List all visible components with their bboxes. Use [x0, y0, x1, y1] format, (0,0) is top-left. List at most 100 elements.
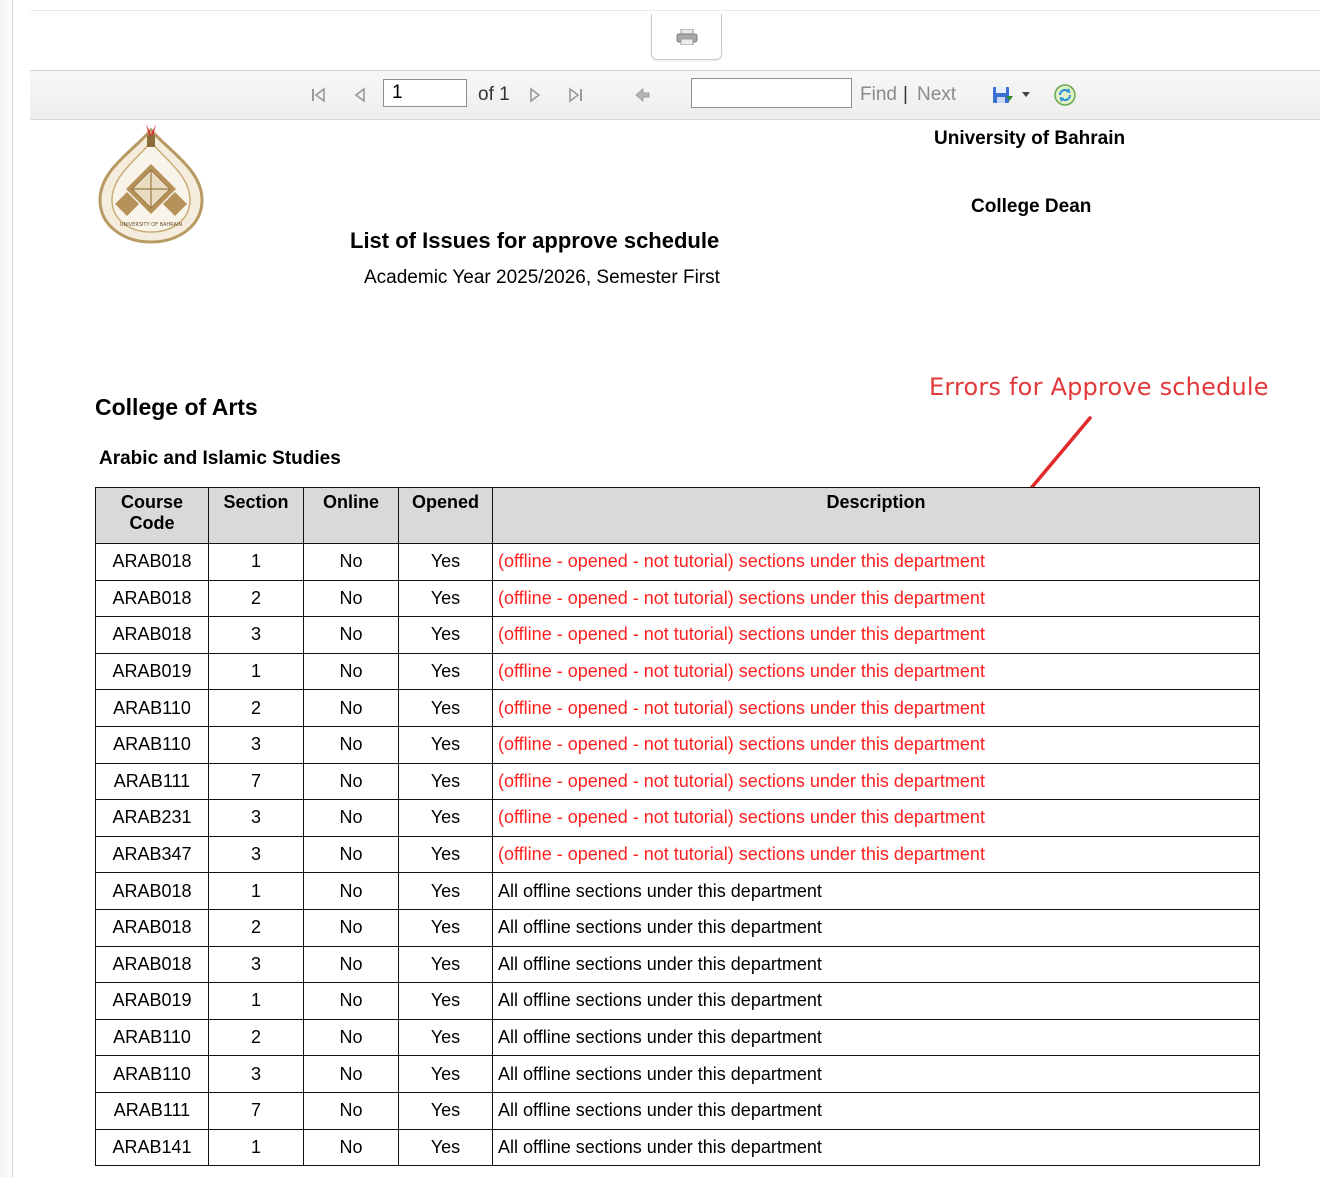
course-code-cell: ARAB018 — [95, 543, 209, 581]
college-dean-label: College Dean — [971, 196, 1092, 217]
course-code-cell: ARAB018 — [95, 616, 209, 654]
description-cell: (offline - opened - not tutorial) sectio… — [492, 579, 1260, 618]
description-cell: (offline - opened - not tutorial) sectio… — [492, 799, 1260, 837]
table-row: ARAB141 1 No Yes All offline sections under … — [95, 1128, 1260, 1167]
print-tab[interactable] — [651, 14, 722, 60]
online-cell: No — [303, 799, 399, 837]
opened-cell: Yes — [398, 1018, 493, 1057]
export-save-icon[interactable] — [990, 71, 1016, 119]
course-code-cell: ARAB110 — [95, 1055, 209, 1093]
page-number-input[interactable] — [383, 79, 467, 107]
previous-page-icon[interactable] — [350, 71, 370, 119]
online-cell: No — [303, 908, 399, 947]
online-cell: No — [303, 616, 399, 654]
description-cell: All offline sections under this departme… — [492, 1128, 1260, 1167]
course-code-cell: ARAB231 — [95, 799, 209, 837]
table-row: ARAB018 2 No Yes (offline - opened - not tut… — [95, 579, 1260, 618]
opened-cell: Yes — [398, 579, 493, 618]
description-cell: (offline - opened - not tutorial) sectio… — [492, 725, 1260, 764]
table-row: ARAB018 3 No Yes (offline - opened - not tut… — [95, 616, 1260, 654]
section-cell: 1 — [208, 872, 304, 910]
find-text-input[interactable] — [691, 78, 852, 108]
opened-cell: Yes — [398, 799, 493, 837]
online-cell: No — [303, 579, 399, 618]
description-cell: All offline sections under this departme… — [492, 1091, 1260, 1130]
description-cell: All offline sections under this departme… — [492, 872, 1260, 910]
course-code-cell: ARAB018 — [95, 945, 209, 984]
back-icon[interactable] — [633, 71, 653, 119]
table-row: ARAB111 7 No Yes All offline sections under … — [95, 1091, 1260, 1130]
opened-cell: Yes — [398, 982, 493, 1020]
table-row: ARAB111 7 No Yes (offline - opened - not tut… — [95, 762, 1260, 801]
find-link[interactable]: Find — [860, 71, 897, 119]
report-subtitle: Academic Year 2025/2026, Semester First — [364, 267, 720, 288]
opened-cell: Yes — [398, 543, 493, 581]
college-heading: College of Arts — [95, 394, 258, 420]
opened-cell: Yes — [398, 1055, 493, 1093]
course-code-cell: ARAB018 — [95, 579, 209, 618]
opened-cell: Yes — [398, 689, 493, 727]
description-cell: All offline sections under this departme… — [492, 982, 1260, 1020]
next-page-icon[interactable] — [527, 71, 543, 119]
section-cell: 7 — [208, 1091, 304, 1130]
university-name: University of Bahrain — [934, 128, 1126, 149]
online-cell: No — [303, 1018, 399, 1057]
description-cell: (offline - opened - not tutorial) sectio… — [492, 616, 1260, 654]
printer-icon[interactable] — [676, 29, 698, 45]
section-cell: 2 — [208, 689, 304, 727]
online-cell: No — [303, 543, 399, 581]
dropdown-caret-icon[interactable] — [1020, 71, 1032, 119]
refresh-icon[interactable] — [1052, 71, 1078, 119]
opened-cell: Yes — [398, 616, 493, 654]
first-page-icon[interactable] — [306, 71, 330, 119]
opened-cell: Yes — [398, 652, 493, 691]
last-page-icon[interactable] — [564, 71, 588, 119]
section-cell: 2 — [208, 1018, 304, 1057]
table-row: ARAB110 2 No Yes (offline - opened - not tut… — [95, 689, 1260, 727]
table-row: ARAB018 1 No Yes (offline - opened - not tut… — [95, 543, 1260, 581]
course-code-cell: ARAB019 — [95, 652, 209, 691]
section-cell: 7 — [208, 762, 304, 801]
table-row: ARAB019 1 No Yes All offline sections under … — [95, 982, 1260, 1020]
online-cell: No — [303, 1055, 399, 1093]
course-code-cell: ARAB111 — [95, 1091, 209, 1130]
opened-cell: Yes — [398, 725, 493, 764]
next-link[interactable]: Next — [917, 71, 956, 119]
course-code-cell: ARAB111 — [95, 762, 209, 801]
description-cell: (offline - opened - not tutorial) sectio… — [492, 835, 1260, 874]
section-cell: 3 — [208, 799, 304, 837]
course-code-cell: ARAB110 — [95, 689, 209, 727]
seal-lettering: UNIVERSITY OF BAHRAIN — [120, 222, 182, 228]
page-left-border — [12, 0, 13, 1177]
description-cell: All offline sections under this departme… — [492, 1055, 1260, 1093]
table-row: ARAB110 3 No Yes (offline - opened - not tut… — [95, 725, 1260, 764]
online-cell: No — [303, 872, 399, 910]
description-cell: All offline sections under this departme… — [492, 1018, 1260, 1057]
university-seal-icon: UNIVERSITY OF BAHRAIN — [98, 124, 204, 244]
section-cell: 3 — [208, 1055, 304, 1093]
table-row: ARAB110 3 No Yes All offline sections under … — [95, 1055, 1260, 1093]
section-cell: 1 — [208, 982, 304, 1020]
description-cell: (offline - opened - not tutorial) sectio… — [492, 652, 1260, 691]
table-row: ARAB018 1 No Yes All offline sections under … — [95, 872, 1260, 910]
col-online: Online — [303, 487, 399, 544]
online-cell: No — [303, 652, 399, 691]
online-cell: No — [303, 725, 399, 764]
description-cell: (offline - opened - not tutorial) sectio… — [492, 543, 1260, 581]
online-cell: No — [303, 835, 399, 874]
opened-cell: Yes — [398, 762, 493, 801]
section-cell: 1 — [208, 1128, 304, 1167]
online-cell: No — [303, 1128, 399, 1167]
annotation-label: Errors for Approve schedule — [929, 373, 1269, 401]
table-row: ARAB347 3 No Yes (offline - opened - not tut… — [95, 835, 1260, 874]
opened-cell: Yes — [398, 945, 493, 984]
course-code-cell: ARAB347 — [95, 835, 209, 874]
course-code-cell: ARAB018 — [95, 908, 209, 947]
table-row: ARAB110 2 No Yes All offline sections under … — [95, 1018, 1260, 1057]
online-cell: No — [303, 689, 399, 727]
description-cell: (offline - opened - not tutorial) sectio… — [492, 762, 1260, 801]
table-header-row: Course Code Section Online Opened Descrip… — [95, 487, 1260, 544]
report-title: List of Issues for approve schedule — [350, 228, 720, 253]
online-cell: No — [303, 762, 399, 801]
course-code-cell: ARAB019 — [95, 982, 209, 1020]
